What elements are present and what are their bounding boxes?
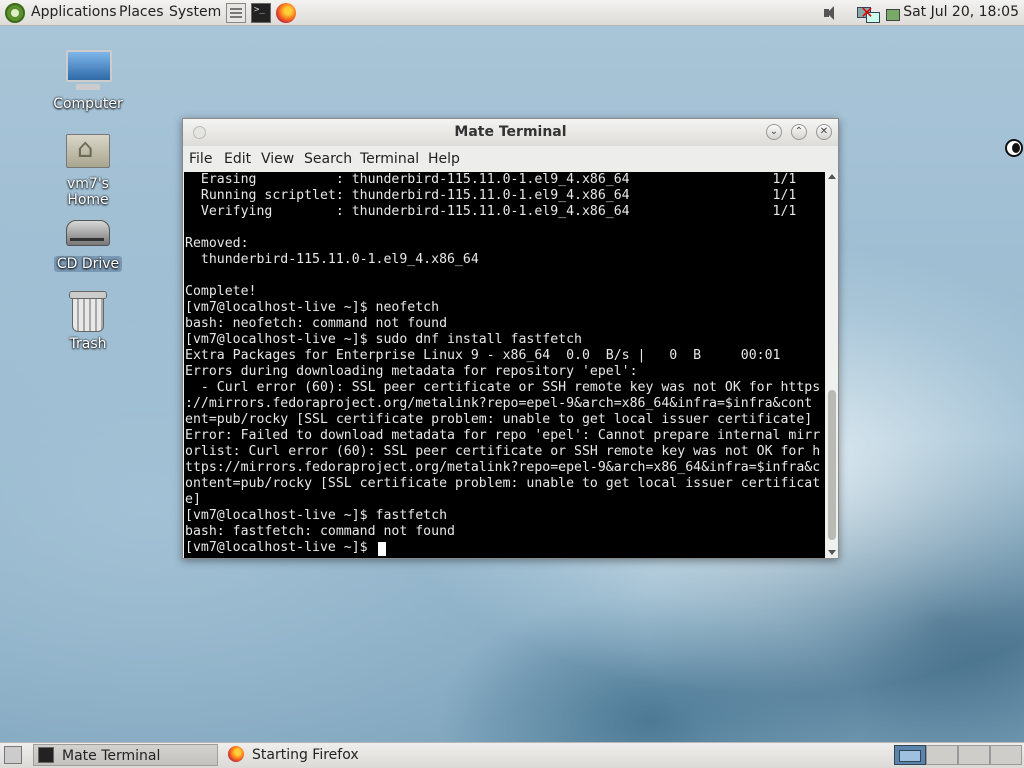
maximize-button[interactable]: ⌃ (791, 124, 807, 140)
window-title: Mate Terminal (454, 124, 567, 140)
system-menu[interactable]: System (169, 4, 221, 20)
taskbar-item-label: Starting Firefox (252, 747, 359, 763)
clock[interactable]: Sat Jul 20, 18:05 (903, 4, 1019, 20)
desktop[interactable]: Applications Places System ✕ Sat Jul 20,… (0, 0, 1024, 768)
text-cursor (378, 542, 386, 556)
desktop-icon-computer[interactable]: Computer (43, 48, 133, 112)
desktop-icon-label: CD Drive (53, 256, 123, 272)
mouse-pointer-icon (1005, 139, 1023, 157)
scroll-down-arrow-icon[interactable] (828, 550, 836, 555)
firefox-icon (228, 746, 244, 762)
workspace-4[interactable] (990, 745, 1022, 765)
desktop-icon-label: Computer (53, 96, 123, 112)
file-manager-icon[interactable] (226, 3, 246, 23)
menu-help[interactable]: Help (428, 151, 460, 167)
menu-view[interactable]: View (261, 151, 294, 167)
applications-menu[interactable]: Applications (31, 4, 117, 20)
desktop-icon-trash[interactable]: Trash (43, 288, 133, 352)
terminal-icon (38, 747, 54, 763)
close-button[interactable]: ✕ (816, 124, 832, 140)
workspace-3[interactable] (958, 745, 990, 765)
menu-edit[interactable]: Edit (224, 151, 251, 167)
mate-logo-icon[interactable] (5, 3, 25, 23)
volume-icon[interactable] (820, 3, 840, 23)
terminal-icon[interactable] (251, 3, 271, 23)
desktop-icon-label: Trash (69, 336, 107, 352)
menu-file[interactable]: File (189, 151, 212, 167)
scroll-up-arrow-icon[interactable] (828, 174, 836, 179)
taskbar-item-firefox[interactable]: Starting Firefox (224, 744, 409, 766)
menu-terminal[interactable]: Terminal (360, 151, 419, 167)
window-titlebar[interactable]: Mate Terminal ⌄ ⌃ ✕ (183, 119, 838, 146)
desktop-icon-cd-drive[interactable]: CD Drive (43, 208, 133, 272)
desktop-icon-home[interactable]: vm7's Home (43, 128, 133, 208)
places-menu[interactable]: Places (119, 4, 164, 20)
network-disconnected-icon: ✕ (860, 3, 874, 22)
trash-icon (64, 288, 112, 334)
firefox-icon[interactable] (276, 3, 296, 23)
top-panel: Applications Places System ✕ Sat Jul 20,… (0, 0, 1024, 26)
power-icon[interactable] (883, 3, 901, 23)
taskbar-item-mate-terminal[interactable]: Mate Terminal (33, 744, 218, 766)
workspace-1[interactable] (894, 745, 926, 765)
show-desktop-icon[interactable] (4, 746, 22, 764)
terminal-output[interactable]: Erasing : thunderbird-115.11.0-1.el9_4.x… (184, 172, 825, 558)
terminal-window[interactable]: Mate Terminal ⌄ ⌃ ✕ File Edit View Searc… (182, 118, 839, 559)
bottom-panel: Mate Terminal Starting Firefox (0, 742, 1024, 768)
desktop-icon-label: vm7's Home (67, 176, 109, 208)
scrollbar[interactable] (826, 172, 838, 558)
workspace-2[interactable] (926, 745, 958, 765)
menubar: File Edit View Search Terminal Help (183, 146, 838, 171)
computer-icon (64, 48, 112, 94)
terminal-text: Erasing : thunderbird-115.11.0-1.el9_4.x… (185, 172, 821, 555)
cd-drive-icon (64, 208, 112, 254)
home-folder-icon (64, 128, 112, 174)
taskbar-item-label: Mate Terminal (62, 748, 161, 764)
minimize-button[interactable]: ⌄ (766, 124, 782, 140)
scrollbar-thumb[interactable] (828, 390, 836, 540)
menu-search[interactable]: Search (304, 151, 352, 167)
